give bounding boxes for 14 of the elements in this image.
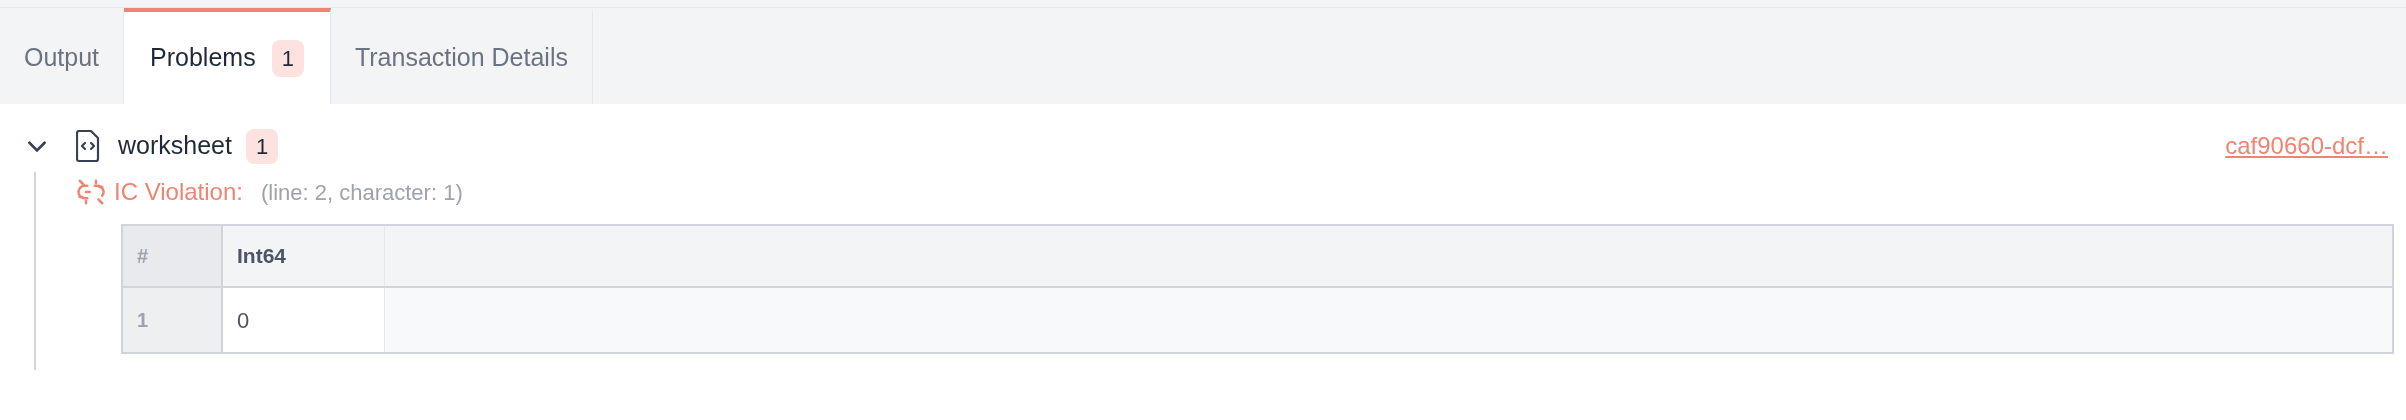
count-badge: 1 (271, 39, 304, 77)
code-file-icon (76, 129, 100, 163)
column-header: # (123, 226, 223, 286)
count-badge: 1 (245, 128, 279, 164)
error-title: IC Violation: (114, 177, 243, 207)
transaction-link[interactable]: caf90660-dcf… (2225, 128, 2388, 164)
tab[interactable]: Transaction Details (330, 8, 593, 104)
column-header: Int64 (223, 226, 385, 286)
table-cell: 0 (223, 288, 385, 352)
broken-link-icon (76, 177, 106, 207)
tab[interactable]: Problems 1 (124, 8, 331, 104)
file-name: worksheet (118, 130, 232, 162)
row-number: 1 (123, 288, 223, 352)
error-location: (line: 2, character: 1) (260, 178, 463, 207)
